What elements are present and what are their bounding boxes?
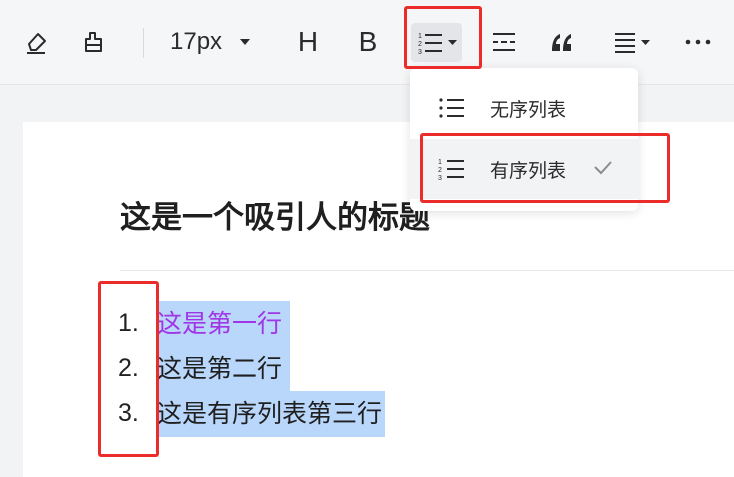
divider-icon[interactable] [486, 18, 522, 66]
align-icon [613, 31, 637, 53]
menu-item-label: 有序列表 [490, 159, 567, 182]
more-icon[interactable] [680, 18, 716, 66]
format-painter-icon[interactable] [72, 18, 116, 66]
list-number: 1. [118, 309, 139, 337]
menu-item-ordered-list[interactable]: 1 2 3 有序列表 [410, 139, 638, 199]
list-number: 3. [118, 399, 139, 427]
ordered-list-button[interactable]: 1 2 3 [411, 23, 462, 62]
list-type-dropdown: 无序列表 1 2 3 有序列表 [410, 68, 638, 211]
menu-item-label: 无序列表 [490, 98, 567, 121]
chevron-down-icon [640, 39, 650, 45]
title-divider [120, 270, 734, 271]
toolbar-separator [143, 28, 144, 58]
quote-icon[interactable] [544, 18, 580, 66]
svg-text:1: 1 [418, 33, 422, 40]
chevron-down-icon [240, 39, 251, 45]
svg-text:3: 3 [418, 49, 422, 56]
eraser-icon[interactable] [14, 18, 58, 66]
font-size-select[interactable]: 17px [170, 18, 270, 66]
align-button[interactable] [606, 18, 656, 66]
svg-text:1: 1 [438, 159, 442, 166]
bold-button[interactable]: B [348, 18, 388, 66]
list-number: 2. [118, 354, 139, 382]
svg-text:2: 2 [438, 167, 442, 174]
ordered-list-icon: 1 2 3 [416, 30, 446, 56]
check-icon [593, 159, 613, 179]
menu-item-unordered-list[interactable]: 无序列表 [410, 78, 638, 138]
chevron-down-icon [448, 40, 457, 45]
list-item[interactable]: 这是第一行 [157, 301, 290, 347]
ordered-list-icon: 1 2 3 [438, 157, 466, 185]
document-title[interactable]: 这是一个吸引人的标题 [120, 192, 430, 237]
unordered-list-icon [438, 96, 466, 124]
list-item[interactable]: 这是第二行 [157, 346, 290, 392]
svg-text:3: 3 [438, 175, 442, 181]
svg-text:2: 2 [418, 41, 422, 48]
list-item[interactable]: 这是有序列表第三行 [157, 391, 385, 437]
font-size-value: 17px [170, 28, 223, 55]
heading-button[interactable]: H [288, 18, 328, 66]
